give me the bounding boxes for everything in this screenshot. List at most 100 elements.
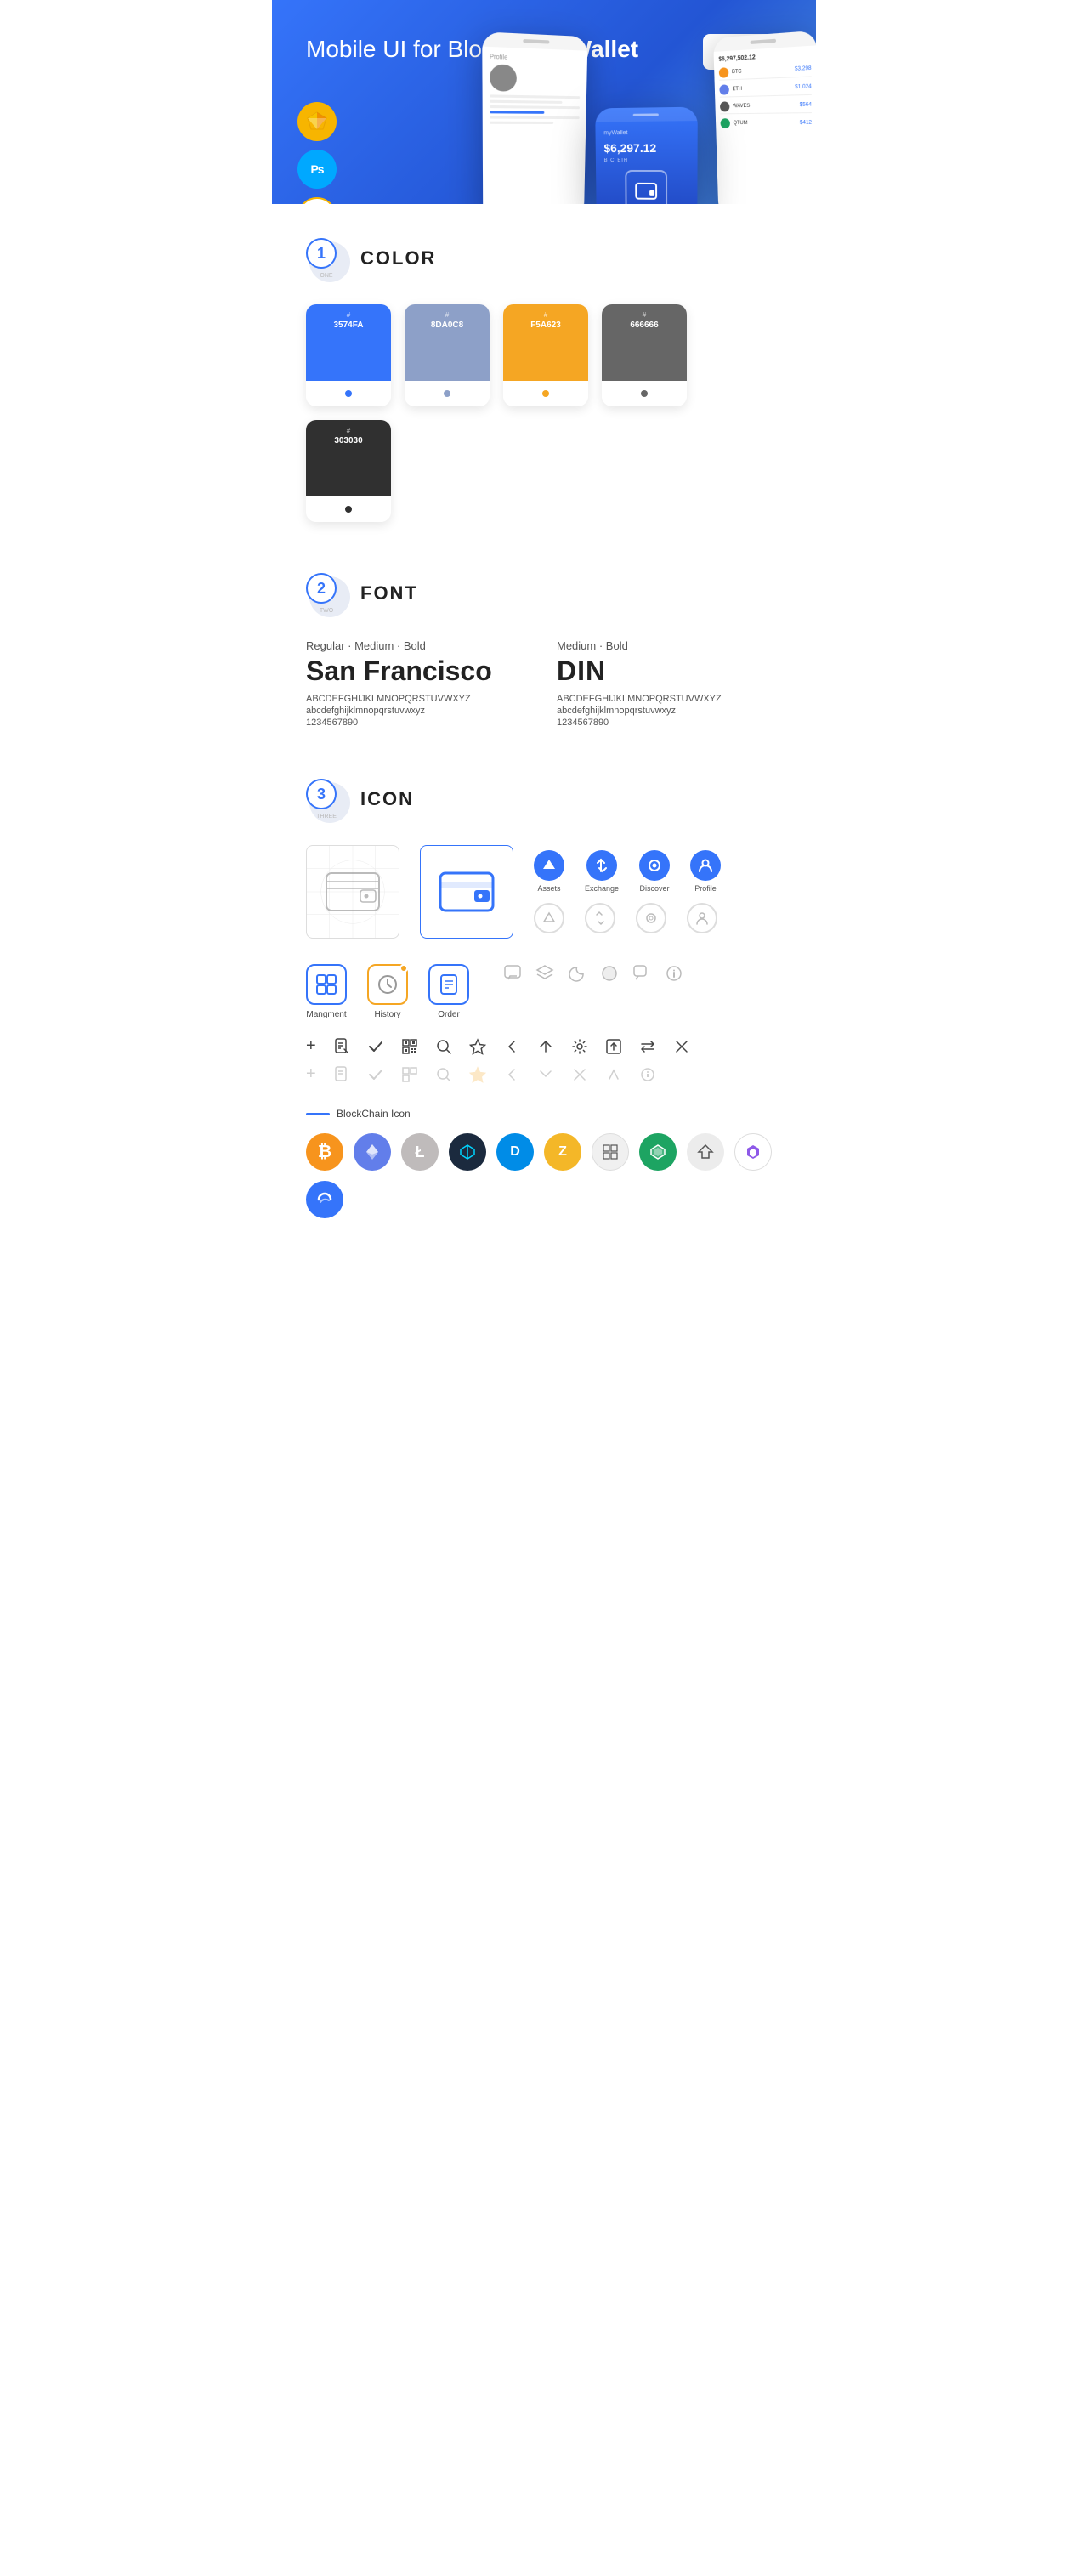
ark-icon xyxy=(687,1133,724,1171)
nav-icon-profile: Profile xyxy=(690,850,721,893)
history-icon xyxy=(367,964,408,1005)
management-icon-item: Mangment xyxy=(306,964,347,1019)
zcoin-icon: Z xyxy=(544,1133,581,1171)
bitcoin-icon: ₿ xyxy=(306,1133,343,1171)
phone-mockups: Profile myWallet $6,297.12 BTC ETH xyxy=(510,37,799,204)
crypto-icons-row: ₿ Ł D Z xyxy=(306,1133,782,1244)
grid-icon xyxy=(592,1133,629,1171)
assets-icon xyxy=(534,850,564,881)
font-section-header: 2 TWO FONT xyxy=(306,573,782,614)
profile-icon-outline xyxy=(687,903,717,933)
blockchain-label-row: BlockChain Icon xyxy=(306,1108,782,1120)
app-icons-row: Mangment History xyxy=(306,964,469,1019)
section-num-label: 1 xyxy=(306,238,337,269)
search-icon xyxy=(435,1038,452,1055)
gear-icon xyxy=(571,1038,588,1055)
hero-section: Mobile UI for Blockchain Wallet UI Kit P… xyxy=(272,0,816,204)
color-title: COLOR xyxy=(360,247,436,270)
nav-icon-assets: Assets xyxy=(534,850,564,893)
icon-filled-box xyxy=(420,845,513,939)
share-icon xyxy=(537,1038,554,1055)
upload-icon xyxy=(605,1038,622,1055)
font-sf: Regular · Medium · Bold San Francisco AB… xyxy=(306,639,531,728)
color-section-header: 1 ONE COLOR xyxy=(306,238,782,279)
exchange-icon xyxy=(586,850,617,881)
font-din-upper: ABCDEFGHIJKLMNOPQRSTUVWXYZ xyxy=(557,694,782,704)
close-icon xyxy=(673,1038,690,1055)
qr-icon xyxy=(401,1038,418,1055)
order-label: Order xyxy=(438,1010,460,1019)
matic-icon xyxy=(734,1133,772,1171)
swoosh-icon xyxy=(306,1181,343,1218)
dash-icon: D xyxy=(496,1133,534,1171)
section-sub-1: ONE xyxy=(320,273,332,279)
doc-icon xyxy=(333,1038,350,1055)
screens-badge: 60+ Screens xyxy=(298,197,337,204)
font-din: Medium · Bold DIN ABCDEFGHIJKLMNOPQRSTUV… xyxy=(557,639,782,728)
plus-icon-dim: + xyxy=(306,1064,316,1084)
icon-section-header: 3 THREE ICON xyxy=(306,779,782,820)
ethereum-icon xyxy=(354,1133,391,1171)
profile-label: Profile xyxy=(694,884,717,893)
color-section: 1 ONE COLOR # 3574FA # 8DA0C8 # xyxy=(272,204,816,539)
section-num-2: 2 TWO xyxy=(306,573,347,614)
font-sf-lower: abcdefghijklmnopqrstuvwxyz xyxy=(306,706,531,716)
font-din-nums: 1234567890 xyxy=(557,718,782,728)
ps-badge: Ps xyxy=(298,150,337,189)
section-num-label-3: 3 xyxy=(306,779,337,809)
history-icon-item: History xyxy=(367,964,408,1019)
font-sf-label: Regular · Medium · Bold xyxy=(306,639,531,652)
color-swatch-666666: # 666666 xyxy=(602,304,687,406)
nav-icon-discover: Discover xyxy=(639,850,670,893)
check-icon xyxy=(367,1038,384,1055)
discover-icon-outline xyxy=(636,903,666,933)
blockchain-line xyxy=(306,1113,330,1115)
management-icon xyxy=(306,964,347,1005)
sketch-badge xyxy=(298,102,337,141)
tools-icons-row-1: + xyxy=(306,1036,782,1056)
layers-icon xyxy=(536,964,554,983)
chevron-left-icon xyxy=(503,1038,520,1055)
assets-icon-outline xyxy=(534,903,564,933)
history-label: History xyxy=(374,1010,400,1019)
font-din-label: Medium · Bold xyxy=(557,639,782,652)
misc-icons-row xyxy=(503,964,683,983)
exchange-icon-outline xyxy=(585,903,615,933)
nav-icons-row-outline xyxy=(534,903,721,933)
icon-section: 3 THREE ICON xyxy=(272,745,816,1261)
discover-label: Discover xyxy=(640,884,670,893)
star-icon xyxy=(469,1038,486,1055)
exchange-label: Exchange xyxy=(585,884,619,893)
litecoin-icon: Ł xyxy=(401,1133,439,1171)
tools-icons-row-2-dim: + xyxy=(306,1064,782,1084)
order-icon xyxy=(428,964,469,1005)
info-icon xyxy=(665,964,683,983)
message-icon xyxy=(503,964,522,983)
font-din-lower: abcdefghijklmnopqrstuvwxyz xyxy=(557,706,782,716)
color-swatch-8DA0C8: # 8DA0C8 xyxy=(405,304,490,406)
color-swatch-303030: # 303030 xyxy=(306,420,391,522)
section-sub-2: TWO xyxy=(320,608,333,614)
section-num-label-2: 2 xyxy=(306,573,337,604)
icon-showcase-row: Assets Exchange xyxy=(306,845,782,939)
color-swatches: # 3574FA # 8DA0C8 # F5A623 xyxy=(306,304,782,522)
section-num-1: 1 ONE xyxy=(306,238,347,279)
icon-wireframe-box xyxy=(306,845,400,939)
font-section: 2 TWO FONT Regular · Medium · Bold San F… xyxy=(272,539,816,745)
font-grid: Regular · Medium · Bold San Francisco AB… xyxy=(306,639,782,728)
discover-icon xyxy=(639,850,670,881)
nav-icons-group: Assets Exchange xyxy=(534,850,721,933)
circle-icon xyxy=(600,964,619,983)
management-label: Mangment xyxy=(306,1010,346,1019)
nav-icon-exchange: Exchange xyxy=(585,850,619,893)
plus-icon: + xyxy=(306,1036,316,1056)
section-num-3: 3 THREE xyxy=(306,779,347,820)
speech-icon xyxy=(632,964,651,983)
assets-label: Assets xyxy=(537,884,560,893)
blockchain-label-text: BlockChain Icon xyxy=(337,1108,411,1120)
profile-icon xyxy=(690,850,721,881)
font-din-name: DIN xyxy=(557,655,782,687)
font-title: FONT xyxy=(360,582,418,604)
augur-icon xyxy=(639,1133,677,1171)
order-icon-item: Order xyxy=(428,964,469,1019)
